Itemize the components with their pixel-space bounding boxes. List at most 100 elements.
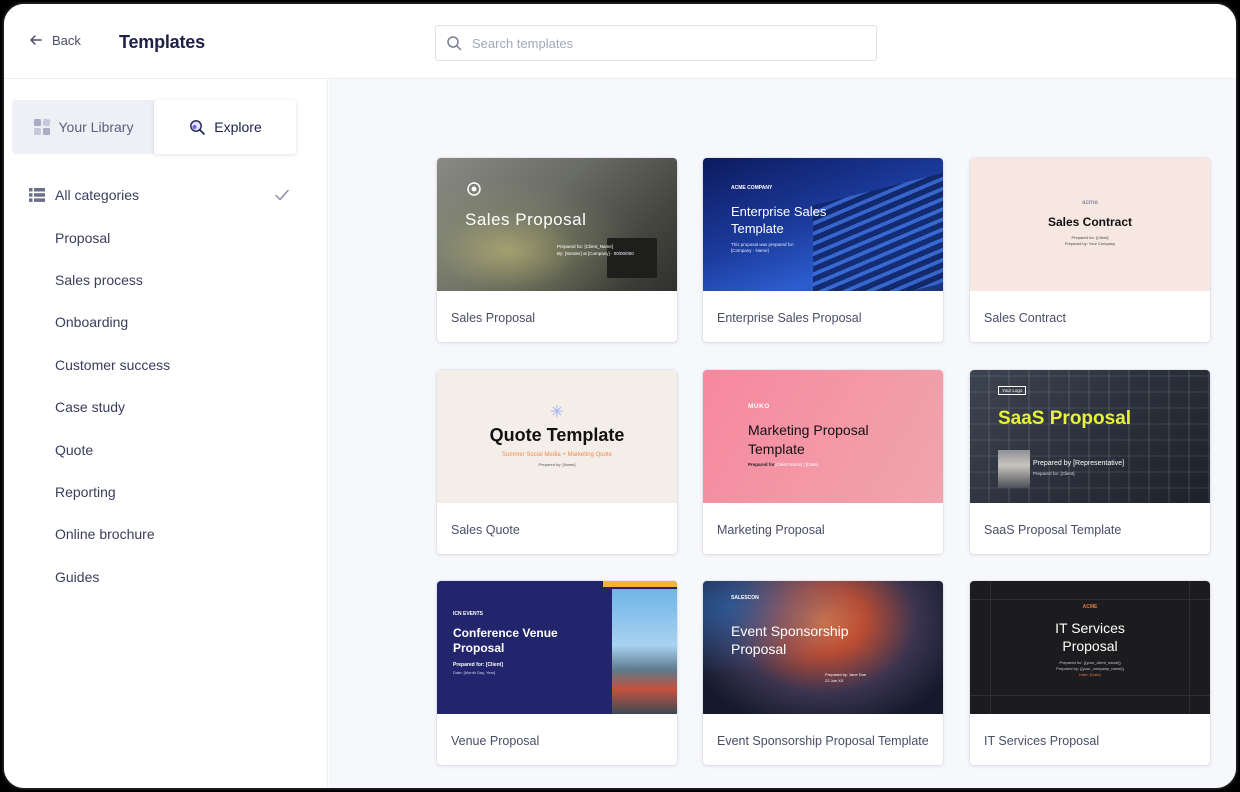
category-online-brochure[interactable]: Online brochure — [4, 513, 328, 555]
arrow-left-icon — [30, 35, 42, 45]
thumb-brand: acme — [1082, 199, 1098, 206]
thumb-title: Conference Venue — [453, 626, 558, 640]
template-thumbnail: ACME IT Services Proposal Prepared for: … — [970, 581, 1210, 714]
template-thumbnail: ICN EVENTS Conference Venue Proposal Pre… — [437, 581, 677, 714]
check-icon — [275, 189, 289, 201]
tab-explore-label: Explore — [214, 119, 262, 135]
template-name: Sales Quote — [451, 523, 520, 537]
thumb-brand: ACME COMPANY — [731, 185, 773, 191]
category-label: Case study — [55, 399, 126, 416]
sparkle-icon — [551, 405, 563, 417]
thumb-text: This proposal was prepared for: — [731, 242, 795, 247]
thumb-text: Prepared by: Jane Doe — [825, 672, 867, 677]
category-guides[interactable]: Guides — [4, 556, 328, 598]
thumb-subtitle: Summer Social Media + Marketing Quote — [502, 452, 612, 458]
explore-icon — [190, 120, 206, 135]
template-card-sales-contract[interactable]: acme Sales Contract Prepared for: [Clien… — [970, 158, 1210, 342]
thumb-title: Template — [731, 221, 784, 236]
category-label: Sales process — [55, 271, 143, 288]
category-customer-success[interactable]: Customer success — [4, 344, 328, 386]
brand-mark-icon — [467, 182, 481, 196]
thumb-text: Prepared for: [Client_Name] — [557, 244, 614, 249]
thumb-brand: ACME — [1082, 604, 1098, 610]
thumb-brand: ICN EVENTS — [453, 611, 484, 617]
template-name: Venue Proposal — [451, 734, 540, 748]
tab-your-library-label: Your Library — [58, 119, 134, 135]
thumb-text: Prepared for: — [748, 462, 777, 467]
templates-grid: Sales Proposal Prepared for: [Client_Nam… — [329, 79, 1236, 788]
category-label: Reporting — [55, 483, 116, 500]
category-label: Customer success — [55, 356, 171, 373]
search-input[interactable] — [472, 35, 852, 51]
thumb-title: Template — [748, 441, 805, 457]
portrait-photo — [998, 450, 1030, 488]
template-thumbnail: SALESCON Event Sponsorship Proposal Prep… — [703, 581, 943, 714]
page-title: Templates — [119, 32, 205, 52]
thumb-title: Proposal — [453, 641, 505, 655]
template-card-enterprise-sales-proposal[interactable]: ACME COMPANY Enterprise Sales Template T… — [703, 158, 943, 342]
list-icon — [29, 188, 45, 202]
thumb-title: SaaS Proposal — [998, 408, 1132, 429]
template-card-sales-quote[interactable]: Quote Template Summer Social Media + Mar… — [437, 370, 677, 554]
search-box[interactable] — [435, 25, 877, 61]
library-tabs: Your Library Explore — [12, 100, 296, 154]
thumb-title: Proposal — [731, 641, 787, 657]
thumb-title: Event Sponsorship — [731, 623, 849, 639]
thumb-text: Date: {Date} — [1079, 672, 1101, 677]
category-label: Onboarding — [55, 314, 129, 331]
thumb-text: [Client Name] | [Date] — [775, 462, 818, 467]
template-name: Event Sponsorship Proposal Template — [717, 734, 929, 748]
thumb-logo: Your Logo — [998, 386, 1027, 395]
thumb-brand: SALESCON — [731, 595, 759, 601]
category-label: Proposal — [55, 229, 111, 246]
thumb-text: Date: [Month Day, Year] — [453, 670, 496, 675]
template-name: Enterprise Sales Proposal — [717, 311, 862, 325]
template-card-event-sponsorship[interactable]: SALESCON Event Sponsorship Proposal Prep… — [703, 581, 943, 765]
category-case-study[interactable]: Case study — [4, 386, 328, 428]
category-label: Guides — [55, 568, 100, 585]
template-thumbnail: acme Sales Contract Prepared for: [Clien… — [970, 158, 1210, 291]
back-button[interactable]: Back — [28, 32, 81, 48]
template-thumbnail: ACME COMPANY Enterprise Sales Template T… — [703, 158, 943, 291]
app-window: Back Templates Your Library — [2, 2, 1238, 790]
search-icon — [447, 36, 462, 51]
category-sales-process[interactable]: Sales process — [4, 259, 328, 301]
category-label: All categories — [55, 187, 140, 204]
thumb-text: Prepared by: {{your_company_name}} — [1056, 666, 1124, 671]
thumb-text: Prepared for: [Client] — [1071, 235, 1109, 240]
back-label: Back — [52, 32, 81, 48]
category-label: Quote — [55, 441, 94, 458]
category-onboarding[interactable]: Onboarding — [4, 301, 328, 343]
thumb-text: Prepared by: [Name] — [538, 462, 576, 467]
template-name: SaaS Proposal Template — [984, 523, 1122, 537]
thumb-text: Prepared for: [Client] — [453, 662, 504, 668]
template-card-saas-proposal[interactable]: Your Logo SaaS Proposal Prepared by [Rep… — [970, 370, 1210, 554]
thumb-text: By: [Sender] at [Company] · 00/00/000 — [557, 251, 634, 256]
sidebar: Your Library Explore All categories Prop… — [4, 79, 328, 788]
category-list: All categories Proposal Sales process On… — [4, 174, 328, 598]
template-name: IT Services Proposal — [984, 734, 1100, 748]
thumb-title: Quote Template — [489, 425, 625, 445]
template-thumbnail: Quote Template Summer Social Media + Mar… — [437, 370, 677, 503]
library-icon — [33, 118, 50, 135]
thumb-title: Marketing Proposal — [748, 422, 869, 438]
tab-explore[interactable]: Explore — [154, 100, 296, 154]
template-thumbnail: Sales Proposal Prepared for: [Client_Nam… — [437, 158, 677, 291]
category-proposal[interactable]: Proposal — [4, 216, 328, 258]
template-card-it-services[interactable]: ACME IT Services Proposal Prepared for: … — [970, 581, 1210, 765]
category-all[interactable]: All categories — [4, 174, 328, 216]
template-card-venue-proposal[interactable]: ICN EVENTS Conference Venue Proposal Pre… — [437, 581, 677, 765]
template-card-sales-proposal[interactable]: Sales Proposal Prepared for: [Client_Nam… — [437, 158, 677, 342]
thumb-text: 22 Jan XX — [825, 678, 844, 683]
thumb-text: Prepared for: [Client] — [1033, 471, 1075, 476]
category-reporting[interactable]: Reporting — [4, 471, 328, 513]
top-bar: Back Templates — [4, 4, 1236, 79]
thumb-title: Sales Contract — [1047, 215, 1133, 229]
thumb-brand: MUKO — [748, 403, 770, 410]
thumb-text: [Company · Name] — [731, 248, 769, 253]
thumb-text: Prepared for: {{your_client_name}} — [1059, 660, 1121, 665]
template-name: Marketing Proposal — [717, 523, 825, 537]
template-card-marketing-proposal[interactable]: MUKO Marketing Proposal Template Prepare… — [703, 370, 943, 554]
tab-your-library[interactable]: Your Library — [12, 100, 154, 154]
category-quote[interactable]: Quote — [4, 428, 328, 470]
